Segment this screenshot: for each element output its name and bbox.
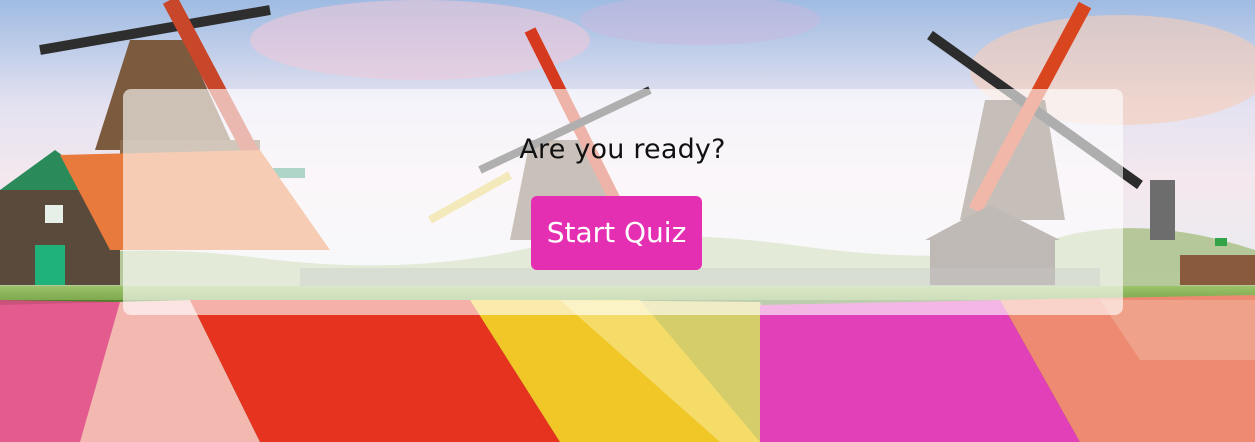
quiz-start-screen: Are you ready? Start Quiz [0,0,1255,442]
start-quiz-button[interactable]: Start Quiz [531,196,702,270]
ready-prompt: Are you ready? [519,134,726,165]
tulip-field [0,295,1255,442]
